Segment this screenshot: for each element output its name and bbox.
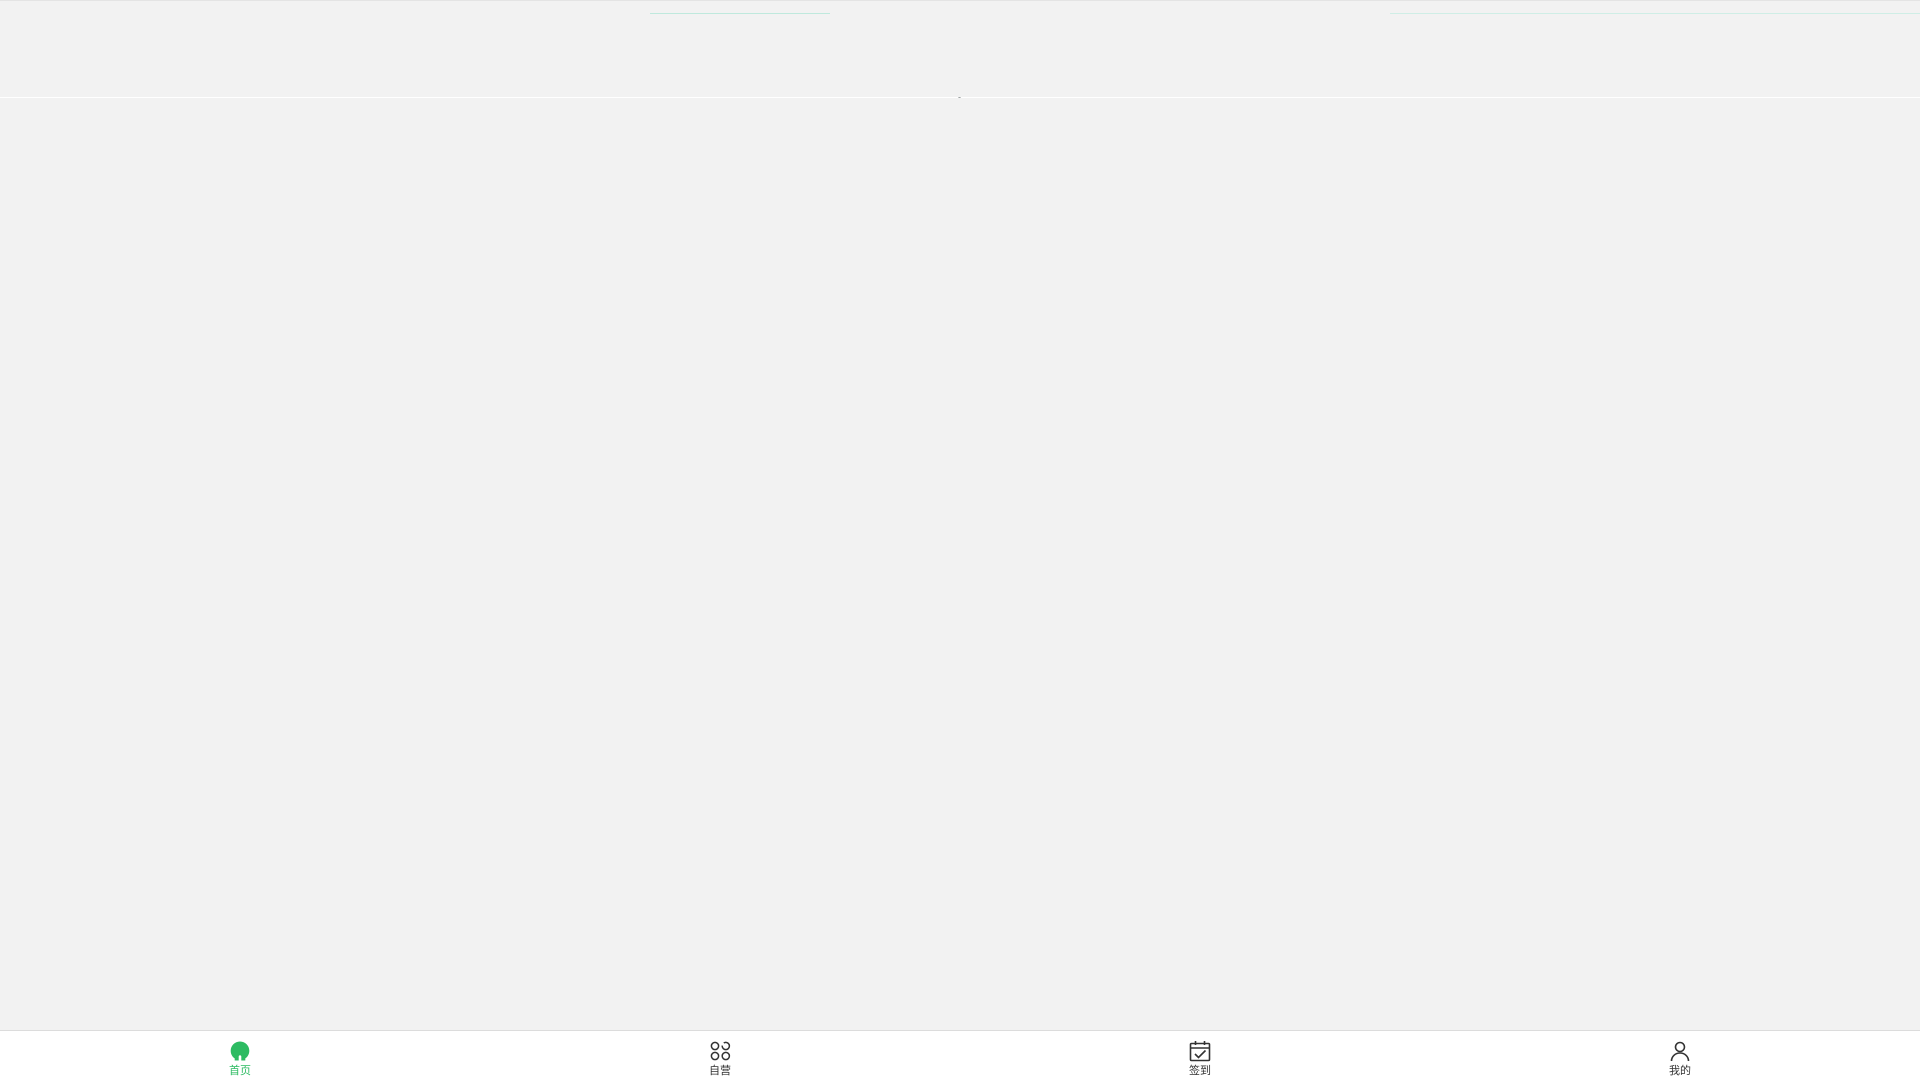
- header-bar: [0, 1, 1920, 98]
- tab-mine[interactable]: 我的: [1440, 1031, 1920, 1080]
- tab-mine-label: 我的: [1669, 1064, 1691, 1077]
- tab-self-operated-label: 自营: [709, 1064, 731, 1077]
- tab-home[interactable]: 首页: [0, 1031, 480, 1080]
- main-content-area[interactable]: [0, 98, 1920, 1030]
- apps-icon: [710, 1041, 731, 1061]
- header-accent-line: [650, 13, 830, 14]
- user-icon: [1670, 1041, 1690, 1062]
- tab-self-operated[interactable]: 自营: [480, 1031, 960, 1080]
- home-icon: [230, 1041, 250, 1061]
- header-accent-line: [1390, 13, 1920, 14]
- calendar-check-icon: [1189, 1041, 1211, 1062]
- tab-checkin-label: 签到: [1189, 1064, 1211, 1077]
- app-window: 首页 自营 签到 我的: [0, 0, 1920, 1080]
- tab-checkin[interactable]: 签到: [960, 1031, 1440, 1080]
- tab-home-label: 首页: [229, 1064, 251, 1077]
- bottom-tab-bar: 首页 自营 签到 我的: [0, 1030, 1920, 1080]
